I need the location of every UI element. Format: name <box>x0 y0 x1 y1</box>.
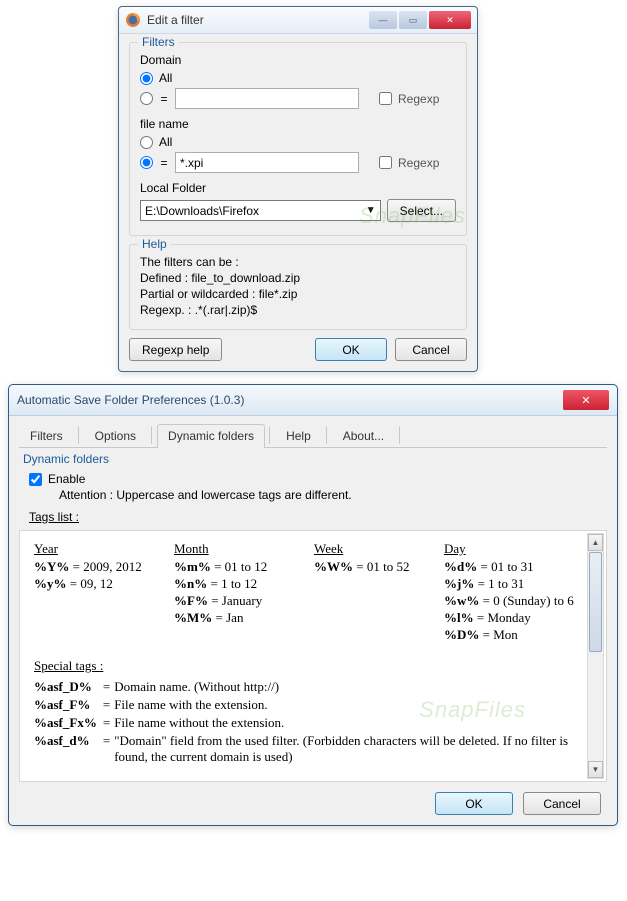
window-title: Edit a filter <box>147 13 369 27</box>
equals-label: = <box>159 92 169 106</box>
scroll-track[interactable] <box>588 552 603 760</box>
tag-line: %W% = 01 to 52 <box>314 559 424 575</box>
tag-line: %M% = Jan <box>174 610 294 626</box>
filename-all-label: All <box>159 135 172 149</box>
year-column: Year %Y% = 2009, 2012%y% = 09, 12 <box>34 541 154 644</box>
filename-regexp-label: Regexp <box>398 156 439 170</box>
cancel-button[interactable]: Cancel <box>523 792 601 815</box>
filename-regexp-checkbox[interactable] <box>379 156 392 169</box>
scroll-thumb[interactable] <box>589 552 602 652</box>
titlebar: Automatic Save Folder Preferences (1.0.3… <box>9 385 617 416</box>
month-column: Month %m% = 01 to 12%n% = 1 to 12%F% = J… <box>174 541 294 644</box>
preferences-dialog: Automatic Save Folder Preferences (1.0.3… <box>8 384 618 826</box>
edit-filter-dialog: SnapFiles Edit a filter — ▭ ✕ Filters Do… <box>118 6 478 372</box>
help-text: Regexp. : .*(.rar|.zip)$ <box>140 303 456 317</box>
column-header: Day <box>444 541 574 557</box>
tag-line: %D% = Mon <box>444 627 574 643</box>
domain-eq-radio[interactable] <box>140 92 153 105</box>
tag-line: %j% = 1 to 31 <box>444 576 574 592</box>
week-column: Week %W% = 01 to 52 <box>314 541 424 644</box>
filename-eq-radio[interactable] <box>140 156 153 169</box>
dialog-body: Filters Options Dynamic folders Help Abo… <box>9 416 617 825</box>
special-tags-header: Special tags : <box>34 658 580 674</box>
tag-line: %Y% = 2009, 2012 <box>34 559 154 575</box>
tags-content: SnapFiles Year %Y% = 2009, 2012%y% = 09,… <box>19 530 607 782</box>
tag-line: %l% = Monday <box>444 610 574 626</box>
group-label: Filters <box>138 35 179 49</box>
special-tags-table: %asf_D%=Domain name. (Without http://)%a… <box>34 678 580 766</box>
tags-list-label: Tags list : <box>29 510 607 524</box>
firefox-icon <box>125 12 141 28</box>
help-text: Defined : file_to_download.zip <box>140 271 456 285</box>
chevron-down-icon: ▼ <box>366 205 376 216</box>
cancel-button[interactable]: Cancel <box>395 338 467 361</box>
scroll-up-button[interactable]: ▲ <box>588 534 603 551</box>
special-tag-row: %asf_Fx%=File name without the extension… <box>34 714 580 732</box>
tag-line: %y% = 09, 12 <box>34 576 154 592</box>
domain-regexp-checkbox[interactable] <box>379 92 392 105</box>
scroll-down-button[interactable]: ▼ <box>588 761 603 778</box>
special-tag-row: %asf_d%="Domain" field from the used fil… <box>34 732 580 766</box>
folder-value: E:\Downloads\Firefox <box>145 204 259 218</box>
help-text: Partial or wildcarded : file*.zip <box>140 287 456 301</box>
tab-dynamic-folders[interactable]: Dynamic folders <box>157 424 265 448</box>
column-header: Year <box>34 541 154 557</box>
column-header: Month <box>174 541 294 557</box>
day-column: Day %d% = 01 to 31%j% = 1 to 31%w% = 0 (… <box>444 541 574 644</box>
help-text: The filters can be : <box>140 255 456 269</box>
tab-about[interactable]: About... <box>332 424 395 448</box>
folder-select[interactable]: E:\Downloads\Firefox ▼ <box>140 200 381 221</box>
enable-label: Enable <box>48 472 85 486</box>
tab-help[interactable]: Help <box>275 424 322 448</box>
regexp-help-button[interactable]: Regexp help <box>129 338 222 361</box>
attention-text: Attention : Uppercase and lowercase tags… <box>59 488 607 502</box>
ok-button[interactable]: OK <box>315 338 387 361</box>
dialog-body: Filters Domain All = Regexp file name Al… <box>119 34 477 371</box>
minimize-button[interactable]: — <box>369 11 397 29</box>
tag-line: %d% = 01 to 31 <box>444 559 574 575</box>
tag-line: %n% = 1 to 12 <box>174 576 294 592</box>
window-controls: — ▭ ✕ <box>369 11 471 29</box>
filters-group: Filters Domain All = Regexp file name Al… <box>129 42 467 236</box>
column-header: Week <box>314 541 424 557</box>
domain-all-radio[interactable] <box>140 72 153 85</box>
tab-bar: Filters Options Dynamic folders Help Abo… <box>19 424 607 448</box>
tag-line: %w% = 0 (Sunday) to 6 <box>444 593 574 609</box>
section-header: Dynamic folders <box>23 452 607 466</box>
tag-line: %m% = 01 to 12 <box>174 559 294 575</box>
select-folder-button[interactable]: Select... <box>387 199 456 222</box>
filename-all-radio[interactable] <box>140 136 153 149</box>
folder-label: Local Folder <box>140 181 456 195</box>
tab-filters[interactable]: Filters <box>19 424 74 448</box>
enable-checkbox[interactable] <box>29 473 42 486</box>
special-tag-row: %asf_D%=Domain name. (Without http://) <box>34 678 580 696</box>
filename-label: file name <box>140 117 456 131</box>
group-label: Help <box>138 237 171 251</box>
domain-regexp-label: Regexp <box>398 92 439 106</box>
domain-label: Domain <box>140 53 456 67</box>
scrollbar[interactable]: ▲ ▼ <box>587 533 604 779</box>
domain-all-label: All <box>159 71 172 85</box>
titlebar: Edit a filter — ▭ ✕ <box>119 7 477 34</box>
ok-button[interactable]: OK <box>435 792 513 815</box>
special-tag-row: %asf_F%=File name with the extension. <box>34 696 580 714</box>
tag-line: %F% = January <box>174 593 294 609</box>
window-title: Automatic Save Folder Preferences (1.0.3… <box>17 393 563 407</box>
maximize-button[interactable]: ▭ <box>399 11 427 29</box>
close-button[interactable]: ✕ <box>429 11 471 29</box>
close-button[interactable]: ✕ <box>563 390 609 410</box>
help-group: Help The filters can be : Defined : file… <box>129 244 467 330</box>
domain-input[interactable] <box>175 88 359 109</box>
filename-input[interactable] <box>175 152 359 173</box>
tab-options[interactable]: Options <box>84 424 147 448</box>
equals-label: = <box>159 156 169 170</box>
